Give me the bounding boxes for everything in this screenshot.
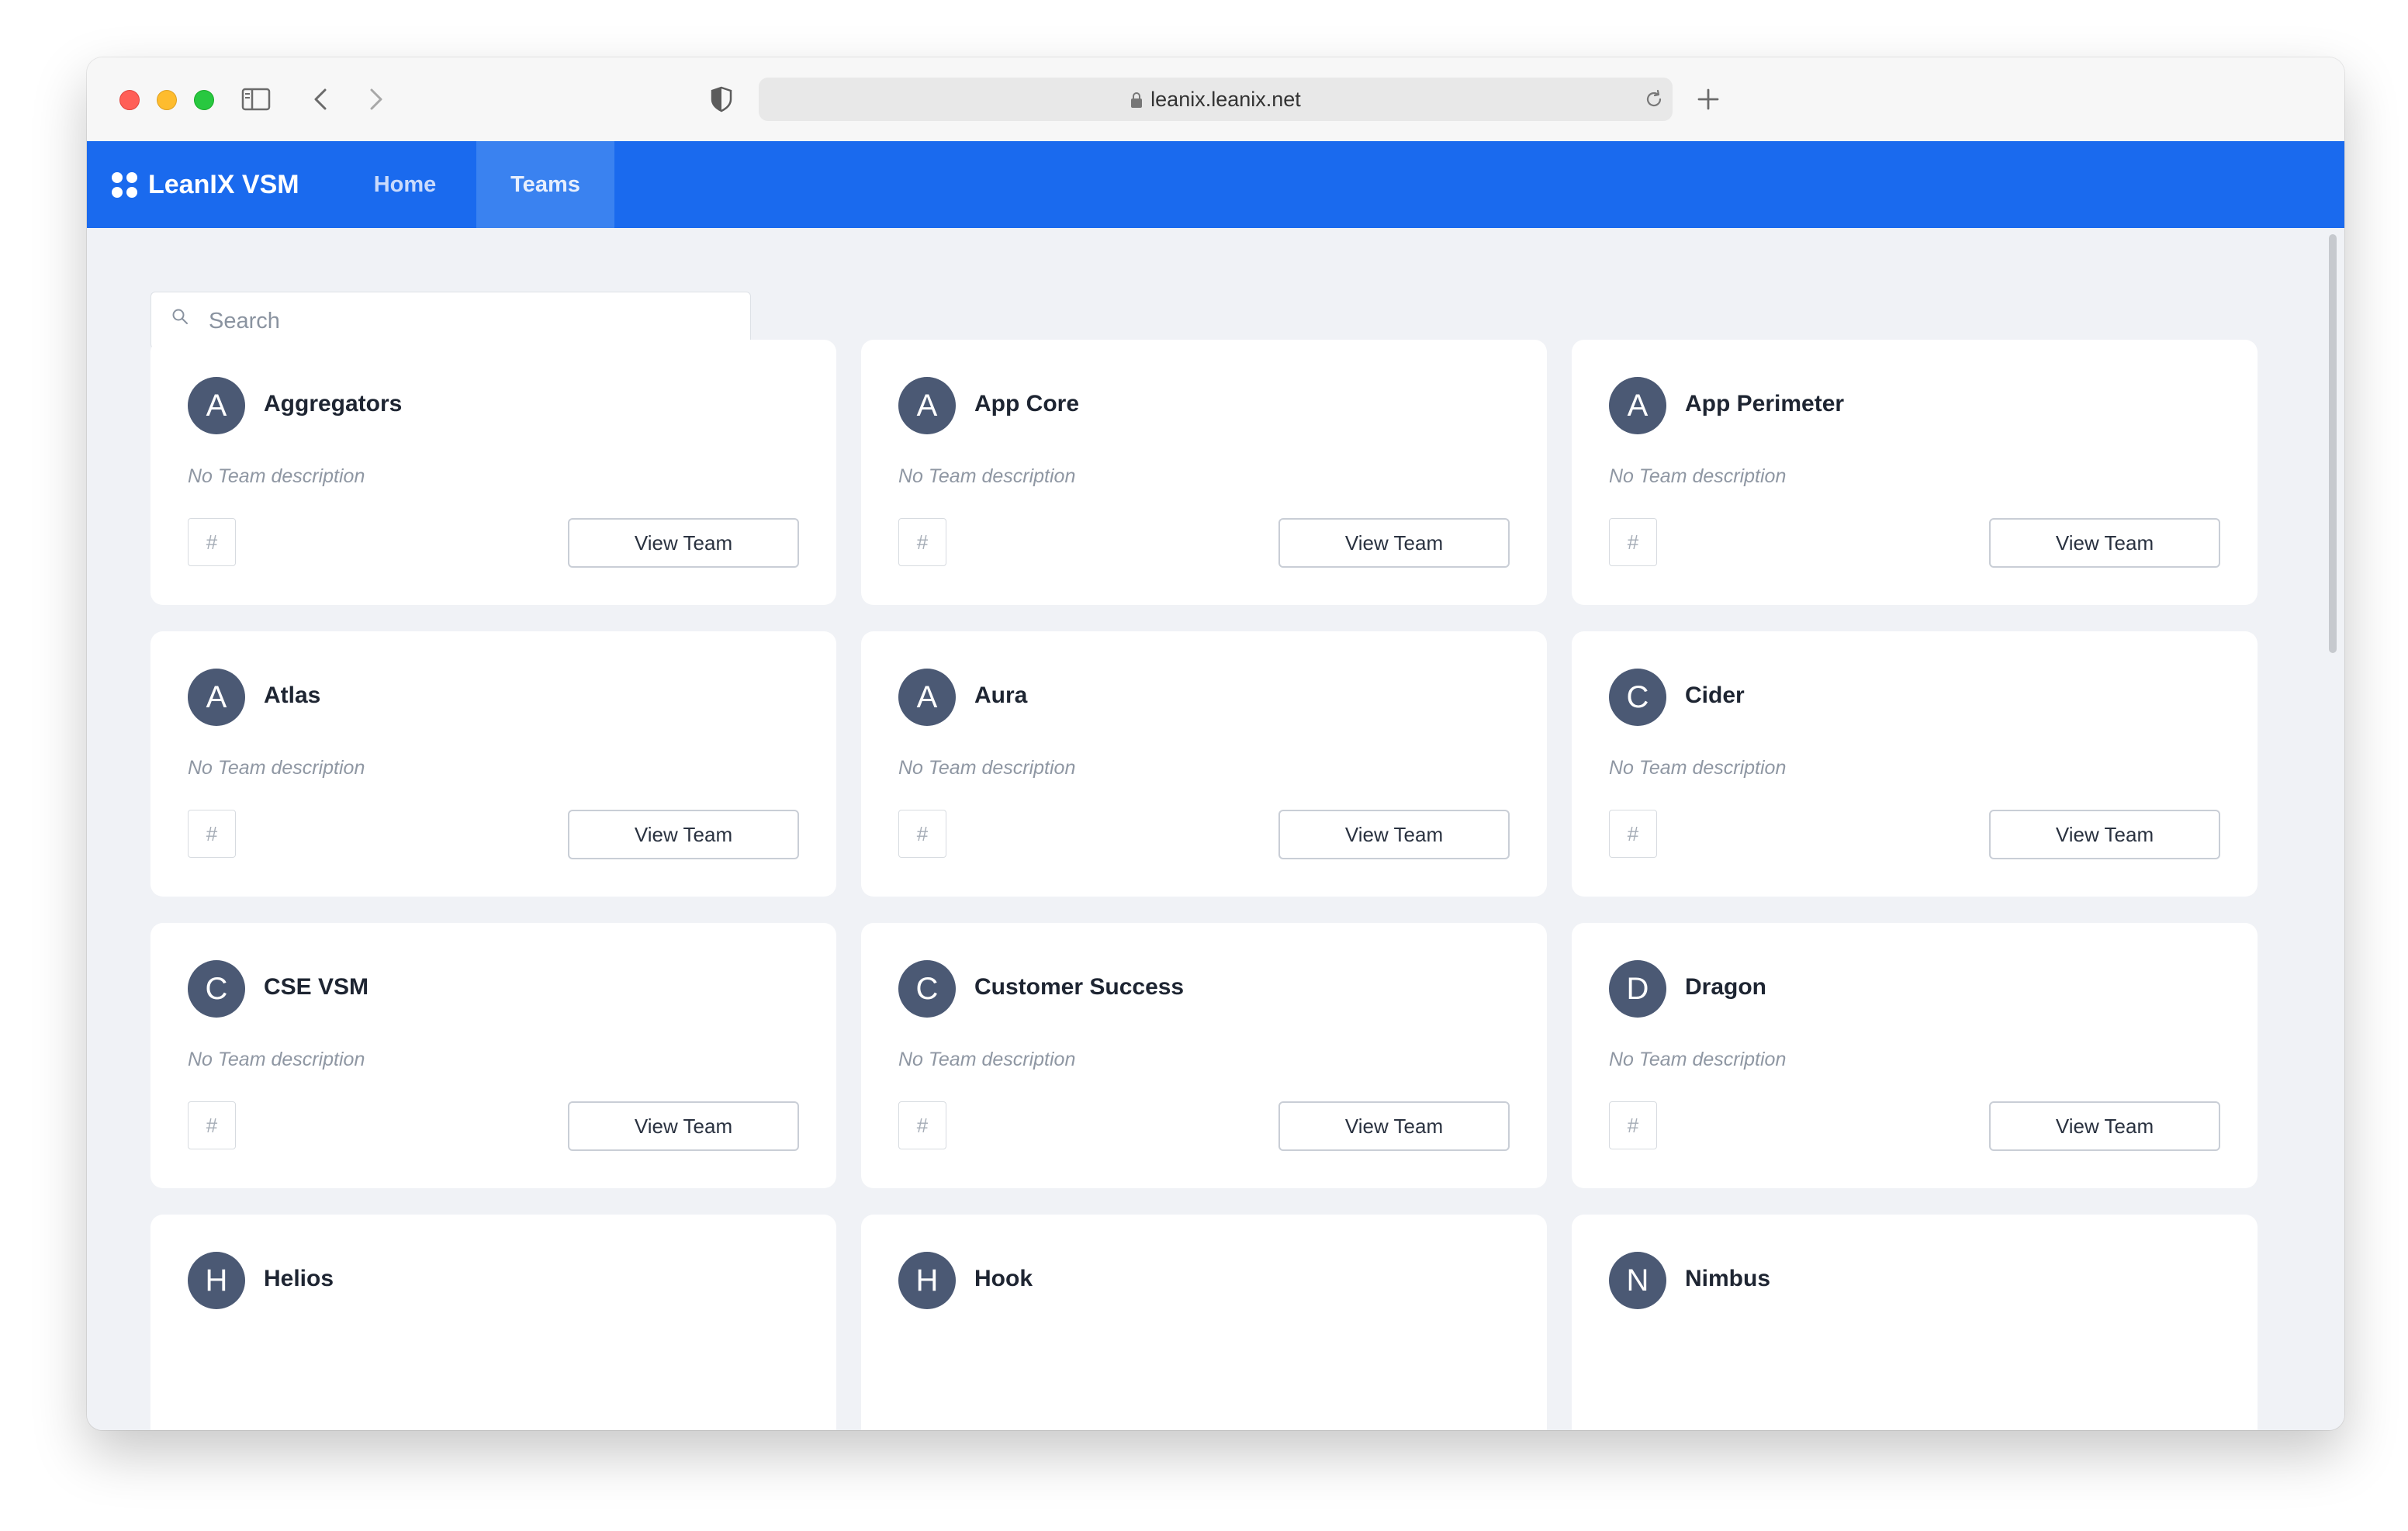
back-icon[interactable] bbox=[306, 84, 337, 115]
team-description: No Team description bbox=[1609, 1049, 1787, 1070]
team-name: CSE VSM bbox=[264, 974, 369, 1000]
team-card: A App Perimeter No Team description # Vi… bbox=[1572, 340, 2258, 605]
channel-tag-button[interactable]: # bbox=[898, 810, 946, 858]
avatar: H bbox=[898, 1252, 956, 1309]
team-card: C Customer Success No Team description #… bbox=[861, 923, 1547, 1188]
new-tab-icon[interactable] bbox=[1693, 84, 1724, 115]
team-description: No Team description bbox=[188, 1049, 365, 1070]
channel-tag-button[interactable]: # bbox=[1609, 810, 1657, 858]
scrollbar[interactable] bbox=[2323, 228, 2344, 1430]
team-card: C CSE VSM No Team description # View Tea… bbox=[150, 923, 836, 1188]
scrollbar-thumb[interactable] bbox=[2329, 234, 2337, 653]
team-card: A Aggregators No Team description # View… bbox=[150, 340, 836, 605]
avatar: D bbox=[1609, 960, 1666, 1018]
reload-icon[interactable] bbox=[1643, 88, 1665, 110]
team-card: C Cider No Team description # View Team bbox=[1572, 631, 2258, 897]
avatar: A bbox=[898, 669, 956, 726]
shield-icon[interactable] bbox=[706, 84, 737, 115]
channel-tag-button[interactable]: # bbox=[1609, 1101, 1657, 1149]
view-team-button[interactable]: View Team bbox=[1989, 810, 2220, 859]
team-description: No Team description bbox=[898, 757, 1076, 779]
team-card: A Atlas No Team description # View Team bbox=[150, 631, 836, 897]
avatar: C bbox=[898, 960, 956, 1018]
view-team-button[interactable]: View Team bbox=[1989, 518, 2220, 568]
team-name: Cider bbox=[1685, 683, 1745, 708]
team-name: Atlas bbox=[264, 683, 321, 708]
view-team-button[interactable]: View Team bbox=[1278, 1101, 1510, 1151]
team-name: App Perimeter bbox=[1685, 391, 1845, 416]
address-bar[interactable]: leanix.leanix.net bbox=[759, 78, 1673, 121]
brand-logo[interactable]: LeanIX VSM bbox=[112, 141, 299, 228]
lock-icon bbox=[1131, 92, 1143, 108]
team-name: Dragon bbox=[1685, 974, 1766, 1000]
team-card: H Hook bbox=[861, 1215, 1547, 1430]
view-team-button[interactable]: View Team bbox=[568, 1101, 799, 1151]
team-name: Helios bbox=[264, 1266, 334, 1291]
team-name: Aura bbox=[974, 683, 1028, 708]
team-card: D Dragon No Team description # View Team bbox=[1572, 923, 2258, 1188]
channel-tag-button[interactable]: # bbox=[188, 518, 236, 566]
logo-icon bbox=[112, 171, 137, 198]
sidebar-toggle-icon[interactable] bbox=[240, 84, 272, 115]
view-team-button[interactable]: View Team bbox=[1278, 518, 1510, 568]
team-card: H Helios bbox=[150, 1215, 836, 1430]
search-icon bbox=[172, 309, 188, 324]
team-card: A App Core No Team description # View Te… bbox=[861, 340, 1547, 605]
team-name: Customer Success bbox=[974, 974, 1185, 1000]
view-team-button[interactable]: View Team bbox=[1989, 1101, 2220, 1151]
url-text: leanix.leanix.net bbox=[1150, 88, 1301, 111]
forward-icon[interactable] bbox=[360, 84, 391, 115]
team-card: A Aura No Team description # View Team bbox=[861, 631, 1547, 897]
channel-tag-button[interactable]: # bbox=[1609, 518, 1657, 566]
minimize-window-button[interactable] bbox=[157, 90, 177, 110]
team-name: Aggregators bbox=[264, 391, 403, 416]
browser-window: leanix.leanix.net LeanIX VSM Home Teams bbox=[87, 57, 2344, 1430]
main-content: A Aggregators No Team description # View… bbox=[87, 228, 2344, 1430]
avatar: H bbox=[188, 1252, 245, 1309]
channel-tag-button[interactable]: # bbox=[898, 518, 946, 566]
app-navbar: LeanIX VSM Home Teams bbox=[87, 141, 2344, 228]
url-display[interactable]: leanix.leanix.net bbox=[759, 88, 1673, 110]
avatar: A bbox=[1609, 377, 1666, 434]
avatar: C bbox=[188, 960, 245, 1018]
avatar: A bbox=[898, 377, 956, 434]
view-team-button[interactable]: View Team bbox=[1278, 810, 1510, 859]
team-description: No Team description bbox=[1609, 757, 1787, 779]
team-description: No Team description bbox=[898, 1049, 1076, 1070]
view-team-button[interactable]: View Team bbox=[568, 518, 799, 568]
avatar: C bbox=[1609, 669, 1666, 726]
avatar: A bbox=[188, 377, 245, 434]
nav-teams[interactable]: Teams bbox=[476, 141, 614, 228]
team-card: N Nimbus bbox=[1572, 1215, 2258, 1430]
team-description: No Team description bbox=[188, 757, 365, 779]
browser-toolbar: leanix.leanix.net bbox=[87, 57, 2344, 142]
channel-tag-button[interactable]: # bbox=[188, 810, 236, 858]
brand-name: LeanIX VSM bbox=[148, 169, 299, 199]
team-description: No Team description bbox=[898, 465, 1076, 487]
team-name: Nimbus bbox=[1685, 1266, 1771, 1291]
avatar: N bbox=[1609, 1252, 1666, 1309]
team-name: App Core bbox=[974, 391, 1079, 416]
channel-tag-button[interactable]: # bbox=[188, 1101, 236, 1149]
nav-home[interactable]: Home bbox=[360, 141, 450, 228]
view-team-button[interactable]: View Team bbox=[568, 810, 799, 859]
channel-tag-button[interactable]: # bbox=[898, 1101, 946, 1149]
close-window-button[interactable] bbox=[119, 90, 140, 110]
team-description: No Team description bbox=[188, 465, 365, 487]
team-description: No Team description bbox=[1609, 465, 1787, 487]
avatar: A bbox=[188, 669, 245, 726]
team-name: Hook bbox=[974, 1266, 1033, 1291]
maximize-window-button[interactable] bbox=[194, 90, 214, 110]
